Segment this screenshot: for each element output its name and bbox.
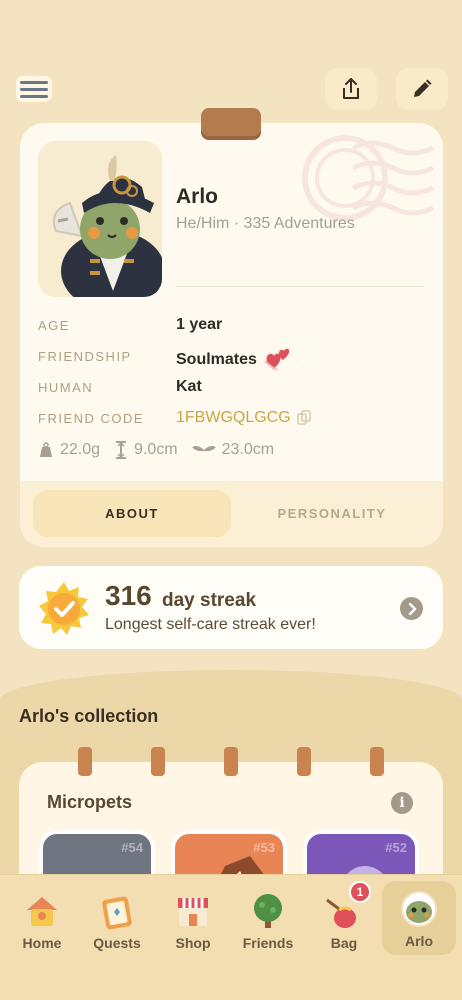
friendship-label: FRIENDSHIP [38, 349, 132, 364]
wingspan-value: 23.0cm [221, 441, 275, 458]
pet-character-image [38, 141, 162, 297]
nav-friends[interactable]: Friends [231, 875, 305, 957]
nav-label: Quests [93, 935, 141, 951]
shop-icon [178, 898, 208, 926]
nav-arlo[interactable]: Arlo [382, 881, 456, 955]
binder-ring [370, 747, 384, 776]
hamburger-menu-icon[interactable] [16, 76, 52, 102]
friends-tree-icon [254, 894, 282, 928]
binder-ring [151, 747, 165, 776]
tab-personality[interactable]: PERSONALITY [233, 490, 431, 537]
share-button[interactable] [325, 68, 377, 110]
binder-ring [78, 747, 92, 776]
streak-label: day streak [162, 590, 257, 611]
share-icon [343, 78, 359, 99]
chevron-right-icon[interactable] [400, 597, 423, 620]
home-icon [27, 897, 57, 926]
age-label: AGE [38, 318, 70, 333]
pet-name: Arlo [176, 185, 218, 208]
height-ruler-icon [116, 441, 127, 459]
height-value: 9.0cm [134, 441, 178, 458]
tab-about[interactable]: ABOUT [33, 490, 231, 537]
hearts-icon [264, 348, 290, 371]
arlo-avatar-icon [401, 891, 437, 927]
nav-label: Arlo [405, 933, 433, 949]
nav-label: Friends [242, 935, 294, 951]
sun-check-badge-icon [39, 582, 89, 635]
bag-badge: 1 [349, 881, 371, 903]
nav-label: Home [22, 935, 62, 951]
quests-clipboard-icon [102, 896, 132, 930]
bottom-navbar: Home Quests Shop Friends 1 Bag Arlo [0, 874, 462, 1000]
divider [176, 286, 424, 287]
card-clip [201, 108, 261, 140]
binder-ring [297, 747, 311, 776]
friendship-value: Soulmates [176, 351, 257, 368]
friendship-value-row: Soulmates [176, 347, 293, 373]
age-value: 1 year [176, 316, 223, 333]
nav-label: Bag [330, 935, 358, 951]
nav-shop[interactable]: Shop [156, 875, 230, 957]
pet-metrics: 22.0g 9.0cm 23.0cm [38, 441, 274, 459]
nav-bag[interactable]: 1 Bag [307, 875, 381, 957]
nav-label: Shop [175, 935, 211, 951]
scale-icon [40, 442, 52, 457]
streak-card[interactable]: 316 day streak Longest self-care streak … [19, 566, 443, 649]
pet-portrait [38, 141, 162, 297]
copy-icon[interactable] [296, 410, 311, 426]
wings-icon [191, 446, 216, 452]
micropet-number: #54 [121, 840, 143, 855]
streak-subtitle: Longest self-care streak ever! [105, 616, 316, 633]
nav-home[interactable]: Home [5, 875, 79, 957]
friend-code-label: FRIEND CODE [38, 411, 145, 426]
collection-title: Arlo's collection [19, 706, 159, 726]
micropet-number: #52 [385, 840, 407, 855]
weight-value: 22.0g [60, 441, 101, 458]
wingspan-metric: 23.0cm [191, 441, 275, 459]
binder-ring [224, 747, 238, 776]
friend-code-row[interactable]: 1FBWGQLGCG [176, 409, 311, 427]
info-icon[interactable]: i [391, 792, 413, 814]
pronouns-adventures: He/Him · 335 Adventures [176, 215, 355, 232]
friend-code-value: 1FBWGQLGCG [176, 409, 291, 426]
profile-card: Arlo He/Him · 335 Adventures AGE 1 year … [20, 123, 443, 547]
nav-quests[interactable]: Quests [80, 875, 154, 957]
height-metric: 9.0cm [114, 441, 178, 459]
human-value: Kat [176, 378, 202, 395]
pencil-icon [414, 79, 432, 97]
streak-number: 316 [105, 580, 152, 611]
profile-tabs: ABOUT PERSONALITY [20, 481, 443, 547]
human-label: HUMAN [38, 380, 94, 395]
micropets-title: Micropets [47, 792, 133, 812]
weight-metric: 22.0g [38, 441, 100, 459]
edit-button[interactable] [396, 68, 448, 110]
